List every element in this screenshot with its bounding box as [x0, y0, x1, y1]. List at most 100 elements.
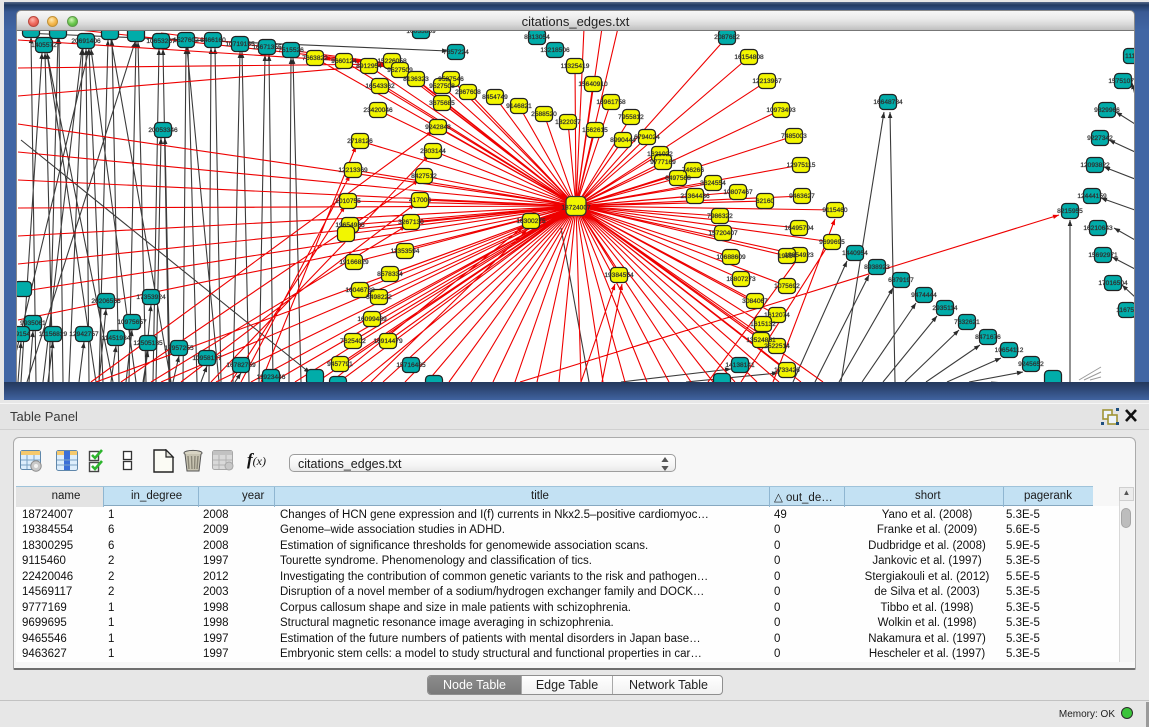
svg-text:11923446: 11923446 — [257, 374, 286, 381]
svg-text:16648784: 16648784 — [873, 99, 903, 106]
svg-text:1010755: 1010755 — [335, 198, 361, 205]
svg-text:2718126: 2718126 — [347, 138, 373, 145]
svg-text:8454749: 8454749 — [482, 94, 508, 101]
svg-text:417006: 417006 — [409, 197, 431, 204]
svg-text:23420046: 23420046 — [363, 107, 393, 114]
svg-text:15720407: 15720407 — [708, 230, 738, 237]
svg-text:3267130: 3267130 — [398, 219, 424, 226]
svg-text:21364436: 21364436 — [680, 193, 710, 200]
svg-text:20206556: 20206556 — [91, 298, 121, 305]
svg-text:3624554: 3624554 — [700, 180, 726, 187]
svg-text:10688609: 10688609 — [716, 254, 746, 261]
svg-text:9527508: 9527508 — [429, 83, 455, 90]
svg-text:19654: 19654 — [778, 253, 797, 260]
svg-text:9777169: 9777169 — [650, 159, 676, 166]
svg-text:13218506: 13218506 — [540, 47, 570, 54]
svg-text:16210643: 16210643 — [1083, 225, 1113, 232]
svg-text:9242843: 9242843 — [425, 124, 451, 131]
svg-text:1562615: 1562615 — [582, 127, 608, 134]
svg-text:1822037: 1822037 — [555, 119, 581, 126]
svg-text:10973493: 10973493 — [766, 107, 796, 114]
svg-text:15716485: 15716485 — [396, 362, 426, 369]
svg-text:7632621: 7632621 — [954, 319, 980, 326]
svg-text:14138141: 14138141 — [725, 362, 755, 369]
svg-text:16099489: 16099489 — [357, 316, 387, 323]
svg-text:9457791: 9457791 — [327, 361, 353, 368]
svg-text:9146821: 9146821 — [506, 103, 532, 110]
svg-text:8471676: 8471676 — [975, 334, 1001, 341]
svg-text:10958127: 10958127 — [192, 355, 222, 362]
svg-text:8990444: 8990444 — [610, 137, 636, 144]
svg-text:18807273: 18807273 — [726, 276, 756, 283]
svg-text:10807467: 10807467 — [723, 189, 753, 196]
svg-text:20053346: 20053346 — [148, 127, 178, 134]
svg-text:7515526: 7515526 — [278, 47, 304, 54]
svg-text:9699695: 9699695 — [819, 239, 845, 246]
svg-text:10654112: 10654112 — [995, 347, 1024, 354]
svg-text:3675685: 3675685 — [429, 100, 455, 107]
svg-text:1112: 1112 — [1125, 53, 1135, 60]
svg-text:6466160: 6466160 — [200, 37, 226, 44]
svg-text:15692971: 15692971 — [1088, 252, 1118, 259]
svg-text:2803144: 2803144 — [420, 148, 446, 155]
svg-text:9660124: 9660124 — [331, 58, 357, 65]
svg-text:7955812: 7955812 — [618, 114, 644, 121]
svg-text:17016504: 17016504 — [1098, 280, 1128, 287]
svg-text:16046738: 16046738 — [345, 287, 375, 294]
svg-text:19384554: 19384554 — [604, 272, 634, 279]
svg-text:11353594: 11353594 — [391, 248, 420, 255]
svg-text:20691406: 20691406 — [71, 38, 101, 45]
svg-text:746266: 746266 — [682, 167, 704, 174]
svg-text:18300275: 18300275 — [516, 218, 546, 225]
svg-text:2588520: 2588520 — [531, 111, 557, 118]
svg-text:16543362: 16543362 — [365, 83, 395, 90]
svg-text:11156829: 11156829 — [39, 331, 68, 338]
svg-text:15226058: 15226058 — [377, 58, 407, 65]
svg-text:10653267: 10653267 — [146, 38, 176, 45]
svg-text:9245652: 9245652 — [1018, 361, 1044, 368]
svg-text:6497568: 6497568 — [665, 175, 691, 182]
svg-text:9474444: 9474444 — [911, 292, 937, 299]
svg-text:3498222: 3498222 — [366, 294, 392, 301]
svg-text:6794024: 6794024 — [634, 134, 660, 141]
svg-text:8813054: 8813054 — [524, 34, 550, 41]
svg-text:19654985: 19654985 — [335, 222, 365, 229]
svg-text:10975657: 10975657 — [117, 319, 147, 326]
svg-text:6879197: 6879197 — [888, 277, 914, 284]
svg-text:15751074: 15751074 — [1108, 78, 1135, 85]
svg-text:8578334: 8578334 — [377, 271, 403, 278]
svg-text:1615132: 1615132 — [750, 321, 776, 328]
svg-text:9115460: 9115460 — [822, 207, 848, 214]
svg-text:1612074: 1612074 — [764, 312, 790, 319]
svg-text:12213967: 12213967 — [752, 78, 782, 85]
svg-text:12942757: 12942757 — [69, 331, 99, 338]
svg-text:7986322: 7986322 — [707, 213, 733, 220]
svg-text:116753: 116753 — [1116, 307, 1135, 314]
svg-text:18724007: 18724007 — [561, 205, 591, 212]
svg-text:2087682: 2087682 — [714, 34, 740, 41]
svg-text:17957255: 17957255 — [164, 345, 194, 352]
svg-text:8427512: 8427512 — [411, 173, 437, 180]
svg-text:12975115: 12975115 — [787, 162, 816, 169]
svg-text:62160: 62160 — [756, 198, 775, 205]
svg-text:10719155: 10719155 — [225, 41, 255, 48]
svg-text:9227342: 9227342 — [1087, 135, 1113, 142]
svg-text:12505135: 12505135 — [133, 340, 163, 347]
svg-text:12213369: 12213369 — [338, 167, 368, 174]
svg-text:9329966: 9329966 — [1094, 107, 1120, 114]
svg-text:16495794: 16495794 — [784, 225, 814, 232]
svg-text:7485003: 7485003 — [781, 133, 807, 140]
svg-text:19166829: 19166829 — [339, 259, 369, 266]
svg-text:16961758: 16961758 — [596, 99, 626, 106]
svg-text:9527546: 9527546 — [438, 76, 464, 83]
svg-text:2522514: 2522514 — [764, 343, 790, 350]
svg-text:9527509: 9527509 — [387, 67, 413, 74]
svg-text:11325419: 11325419 — [561, 63, 590, 70]
svg-text:16782759: 16782759 — [226, 362, 256, 369]
svg-text:15640910: 15640910 — [578, 81, 608, 88]
svg-text:8215955: 8215955 — [1057, 208, 1083, 215]
svg-text:1075692: 1075692 — [774, 283, 800, 290]
svg-text:16033809: 16033809 — [406, 31, 436, 35]
svg-text:1405572: 1405572 — [31, 42, 57, 49]
svg-text:8136323: 8136323 — [403, 76, 429, 83]
